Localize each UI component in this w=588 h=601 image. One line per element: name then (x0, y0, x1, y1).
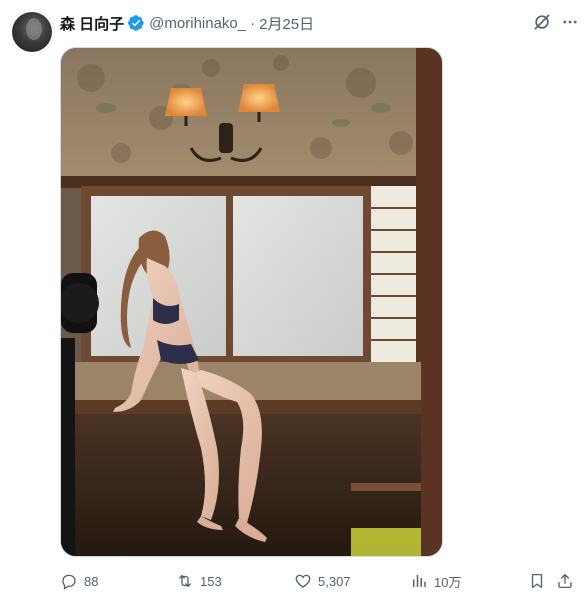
repost-icon (179, 575, 191, 587)
bookmark-icon (531, 573, 543, 589)
separator-dot: · (250, 14, 256, 32)
action-bar: 88 153 5,307 10万 (60, 570, 578, 592)
share-icon (558, 573, 572, 589)
views-button[interactable]: 10万 (410, 570, 461, 592)
share-button[interactable] (556, 570, 574, 592)
avatar[interactable] (12, 12, 52, 52)
reply-count: 88 (84, 573, 99, 589)
like-count: 5,307 (318, 573, 351, 589)
verified-badge-icon (127, 14, 145, 32)
repost-button[interactable]: 153 (176, 570, 222, 592)
bookmark-button[interactable] (528, 570, 546, 592)
display-name[interactable]: 森 日向子 (60, 13, 124, 34)
view-count: 10万 (434, 574, 462, 590)
tweet-photo[interactable] (60, 47, 443, 557)
more-options-icon[interactable] (560, 12, 580, 32)
handle[interactable]: @morihinako_ (149, 15, 246, 32)
analytics-icon (413, 575, 426, 587)
timestamp[interactable]: 2月25日 (259, 13, 314, 34)
repost-count: 153 (200, 573, 222, 589)
heart-icon (295, 574, 311, 588)
photo-illustration (61, 48, 442, 556)
like-button[interactable]: 5,307 (294, 570, 351, 592)
tweet: 森 日向子 @morihinako_ · 2月25日 88 153 5,307 … (0, 0, 588, 601)
grok-icon[interactable] (532, 12, 552, 32)
tweet-header: 森 日向子 @morihinako_ · 2月25日 (60, 12, 314, 34)
reply-button[interactable]: 88 (60, 570, 98, 592)
reply-icon (62, 574, 76, 590)
